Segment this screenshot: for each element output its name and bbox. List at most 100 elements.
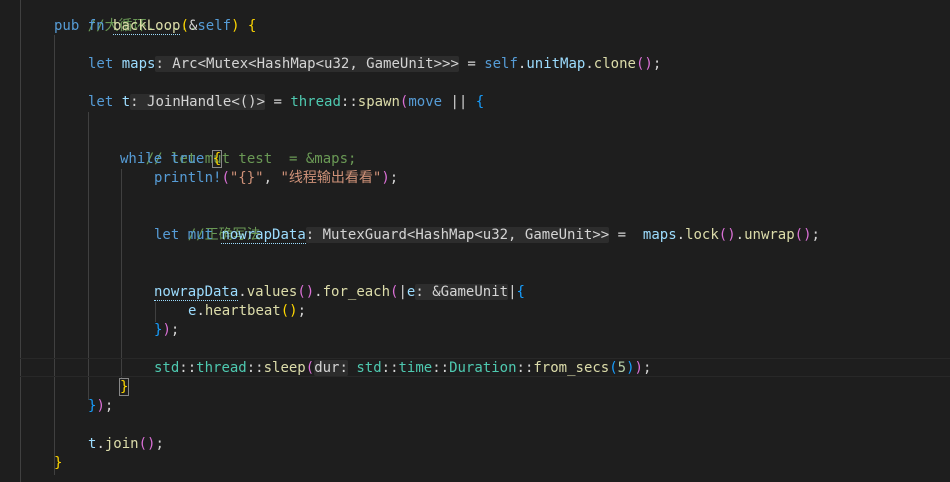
semicolon: ;	[642, 360, 652, 376]
call-parens: ()	[297, 284, 315, 300]
indent-guide	[20, 0, 21, 482]
type-inlay-hint: : &GameUnit	[415, 284, 509, 300]
code-line-14[interactable]: }	[118, 378, 130, 397]
function-name: backLoop	[113, 18, 181, 35]
function-sleep: sleep	[263, 360, 306, 376]
code-line-15[interactable]: });	[88, 397, 113, 416]
equals: =	[458, 56, 485, 72]
type-inlay-hint: : Arc<Mutex<HashMap<u32, GameUnit>>>	[155, 56, 459, 72]
code-line-3[interactable]: let maps: Arc<Mutex<HashMap<u32, GameUni…	[88, 55, 661, 74]
method-for-each: for_each	[322, 284, 391, 300]
code-line-9[interactable]: let mut nowrapData: MutexGuard<HashMap<u…	[154, 226, 820, 245]
method-clone: clone	[593, 56, 636, 72]
dot: .	[196, 303, 205, 319]
call-parens: ()	[718, 227, 736, 243]
function-from-secs: from_secs	[533, 360, 610, 376]
call-parens: ()	[794, 227, 812, 243]
module-std: std	[154, 360, 180, 376]
type-inlay-hint: : JoinHandle<()>	[130, 94, 266, 110]
paren-close: )	[634, 360, 643, 376]
comma: ,	[263, 170, 281, 186]
paren-open: (	[305, 360, 315, 376]
equals: =	[265, 94, 291, 110]
keyword-pub: pub	[54, 18, 80, 34]
brace-open: {	[239, 18, 257, 34]
brace-open: {	[475, 94, 485, 110]
dot: .	[676, 227, 686, 243]
keyword-self: self	[484, 56, 518, 72]
keyword-while: while	[120, 151, 163, 167]
dot: .	[585, 56, 594, 72]
semicolon: ;	[297, 303, 307, 319]
semicolon: ;	[155, 436, 164, 452]
keyword-let: let	[88, 94, 114, 110]
code-line-10[interactable]: nowrapData.values().for_each(|e: &GameUn…	[154, 283, 525, 302]
keyword-self: self	[197, 18, 232, 34]
paren-open: (	[221, 170, 230, 186]
keyword-let: let	[154, 227, 180, 243]
code-line-17[interactable]: }	[54, 454, 62, 473]
paren-close: )	[96, 398, 105, 414]
indent-guide	[54, 35, 55, 475]
method-unwrap: unwrap	[744, 227, 795, 243]
method-lock: lock	[685, 227, 719, 243]
semicolon: ;	[652, 56, 662, 72]
dot: .	[735, 227, 745, 243]
code-line-11[interactable]: e.heartbeat();	[188, 302, 306, 321]
param-inlay-hint: dur:	[314, 360, 348, 376]
number-literal: 5	[617, 360, 627, 376]
code-line-1[interactable]: //大循环......	[54, 0, 197, 34]
code-line-12[interactable]: });	[154, 321, 179, 340]
field-unitmap: unitMap	[526, 56, 586, 72]
semicolon: ;	[170, 322, 180, 338]
code-line-8[interactable]: //正确写法	[154, 207, 261, 243]
string-literal: "{}"	[229, 170, 264, 186]
function-spawn: spawn	[357, 94, 400, 110]
call-parens: ()	[635, 56, 653, 72]
dot: .	[314, 284, 323, 300]
variable-t: t	[121, 94, 131, 110]
module-thread: thread	[290, 94, 341, 110]
keyword-move: move	[408, 94, 443, 110]
closure-bar: |	[398, 284, 407, 300]
code-line-4[interactable]: let t: JoinHandle<()> = thread::spawn(mo…	[88, 93, 484, 112]
keyword-fn: fn	[87, 18, 105, 34]
dot: .	[238, 284, 247, 300]
string-literal: "线程输出看看"	[280, 170, 382, 186]
macro-println: println!	[154, 170, 222, 186]
type-duration: Duration	[449, 360, 517, 376]
semicolon: ;	[389, 170, 399, 186]
code-line-6[interactable]: while true {	[120, 150, 223, 169]
path-separator: ::	[381, 360, 399, 376]
variable-nowrapdata: nowrapData	[154, 284, 239, 301]
code-line-13[interactable]: std::thread::sleep(dur: std::time::Durat…	[154, 359, 651, 378]
path-separator: ::	[516, 360, 534, 376]
path-separator: ::	[246, 360, 264, 376]
code-line-16[interactable]: t.join();	[88, 435, 164, 454]
closure-bar: |	[508, 284, 517, 300]
keyword-let: let	[88, 56, 114, 72]
type-inlay-hint: : MutexGuard<HashMap<u32, GameUnit>>	[305, 227, 610, 243]
method-join: join	[104, 436, 139, 452]
paren-close: )	[381, 170, 390, 186]
equals: =	[609, 227, 643, 243]
variable-maps: maps	[121, 56, 156, 72]
code-line-5[interactable]: // let mut test = &maps;	[112, 131, 357, 167]
semicolon: ;	[104, 398, 114, 414]
brace-open: {	[211, 150, 223, 168]
variable-nowrapdata: nowrapData	[221, 227, 306, 244]
indent-guide	[155, 302, 156, 322]
module-time: time	[398, 360, 433, 376]
brace-close: }	[118, 378, 130, 396]
code-editor[interactable]: //大循环...... pub fn backLoop(&self) { let…	[0, 0, 950, 482]
module-thread: thread	[196, 360, 247, 376]
semicolon: ;	[811, 227, 820, 243]
indent-guide	[121, 169, 122, 379]
code-line-7[interactable]: println!("{}", "线程输出看看");	[154, 169, 398, 188]
paren-open: (	[180, 18, 189, 34]
code-line-2[interactable]: pub fn backLoop(&self) {	[54, 17, 256, 36]
path-separator: ::	[179, 360, 197, 376]
indent-guide	[88, 112, 89, 400]
keyword-true: true	[170, 151, 205, 167]
variable-maps: maps	[642, 227, 677, 243]
